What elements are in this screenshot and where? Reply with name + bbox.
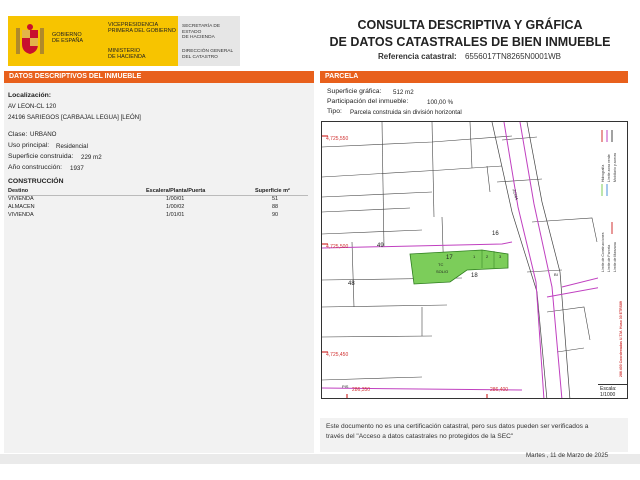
disclaimer-note: Este documento no es una certificación c… <box>320 418 628 452</box>
parcel-number: 48 <box>348 281 355 287</box>
table-cell: 51 <box>272 196 279 202</box>
anio-value: 1937 <box>70 165 84 172</box>
section-header-descriptive: DATOS DESCRIPTIVOS DEL INMUEBLE <box>4 71 314 83</box>
descriptive-panel: Localización: AV LEON-CL 120 24196 SARIE… <box>4 83 314 453</box>
scale-value: 1/1000 <box>600 392 616 398</box>
parcel-small: 3 <box>499 254 502 259</box>
legend-item: Hidrografía <box>601 164 605 182</box>
participacion-value: 100,00 % <box>427 99 454 106</box>
superficie-grafica-label: Superficie gráfica: <box>327 88 382 95</box>
superficie-value: 229 m2 <box>81 154 102 161</box>
map-y-label: 4,725,500 <box>326 244 349 250</box>
table-header-superficie: Superficie m² <box>255 188 290 194</box>
cadastral-reference: Referencia catastral: 6556017TN8265N0001… <box>378 52 562 61</box>
uso-label: Uso principal: <box>8 142 50 149</box>
map-x-label: 286,350 <box>352 387 371 393</box>
parcel-small: 1 <box>473 254 476 259</box>
map-y-label: 4,725,550 <box>326 136 349 142</box>
tipo-value: Parcela construida sin división horizont… <box>350 109 462 116</box>
parcel-number: 17 <box>446 255 453 261</box>
legend-item: Límite de Parcela <box>607 244 611 272</box>
scale-box: Escala: 1/1000 <box>598 384 628 399</box>
table-cell: 1/01/01 <box>166 212 185 218</box>
map-small-label: PIS <box>342 384 349 389</box>
table-divider <box>8 195 308 196</box>
legend-item: Límite de Manzana <box>613 242 617 272</box>
address-line2: 24196 SARIEGOS [CARBAJAL LEGUA] [LEÓN] <box>8 114 141 121</box>
table-cell: 1/00/02 <box>166 204 185 210</box>
anio-label: Año construcción: <box>8 164 63 171</box>
parcel-code: SOL/O <box>436 269 449 274</box>
parcel-number: 49 <box>377 243 384 249</box>
vicepresidencia-label: VICEPRESIDENCIA PRIMERA DEL GOBIERNO <box>108 22 176 34</box>
section-header-parcela: PARCELA <box>320 71 628 83</box>
document-header: GOBIERNO DE ESPAÑA VICEPRESIDENCIA PRIME… <box>0 0 640 68</box>
clase-value: URBANO <box>30 131 57 138</box>
legend-item: Límite de Construcciones <box>601 232 605 273</box>
table-cell: VIVIENDA <box>8 196 34 202</box>
table-cell: 1/00/01 <box>166 196 185 202</box>
coordinates-system-label: 286 400 Coordenadas U.T.M. Huso 30 ETRS8… <box>619 301 623 377</box>
map-legend: Hidrografía Límite zona verde Mobiliario… <box>598 121 628 399</box>
table-header-escalera: Escalera/Planta/Puerta <box>146 188 206 194</box>
clase-label: Clase: <box>8 131 28 138</box>
parcel-small: 2 <box>486 254 489 259</box>
uso-value: Residencial <box>56 143 88 150</box>
parcel-tc: TC <box>438 262 444 267</box>
government-logo: GOBIERNO DE ESPAÑA VICEPRESIDENCIA PRIME… <box>8 16 240 66</box>
superficie-label: Superficie construida: <box>8 153 74 160</box>
ministerio-label: MINISTERIO DE HACIENDA <box>108 48 146 60</box>
map-x-label: 286,400 <box>490 387 509 393</box>
page-title: CONSULTA DESCRIPTIVA Y GRÁFICA DE DATOS … <box>329 18 611 49</box>
parcel-number: 16 <box>492 231 499 237</box>
map-drawing <box>322 122 600 398</box>
map-small-label: BI <box>554 272 558 277</box>
table-cell: 90 <box>272 212 279 218</box>
superficie-grafica-value: 512 m2 <box>393 89 414 96</box>
coat-of-arms-icon <box>16 24 44 54</box>
address-line1: AV LEON-CL 120 <box>8 103 57 110</box>
legend-item: Límite zona verde <box>607 154 611 182</box>
cadastral-map[interactable]: 4,725,550 4,725,500 4,725,450 286,350 28… <box>321 121 601 399</box>
footer-date: Martes , 11 de Marzo de 2025 <box>526 452 609 459</box>
gobierno-label: GOBIERNO DE ESPAÑA <box>52 32 84 44</box>
table-cell: VIVIENDA <box>8 212 34 218</box>
localizacion-label: Localización: <box>8 92 52 99</box>
table-header-destino: Destino <box>8 188 29 194</box>
table-cell: 88 <box>272 204 279 210</box>
legend-item: Mobiliario y aceras <box>613 152 617 182</box>
participacion-label: Participación del inmueble: <box>327 98 409 105</box>
tipo-label: Tipo: <box>327 108 342 115</box>
table-cell: ALMACEN <box>8 204 35 210</box>
construccion-title: CONSTRUCCIÓN <box>8 178 64 185</box>
parcel-number: 18 <box>471 273 478 279</box>
direccion-label: DIRECCIÓN GENERAL DEL CATASTRO <box>182 49 234 60</box>
secretaria-label: SECRETARÍA DE ESTADO DE HACIENDA <box>182 24 221 40</box>
map-y-label: 4,725,450 <box>326 352 349 358</box>
